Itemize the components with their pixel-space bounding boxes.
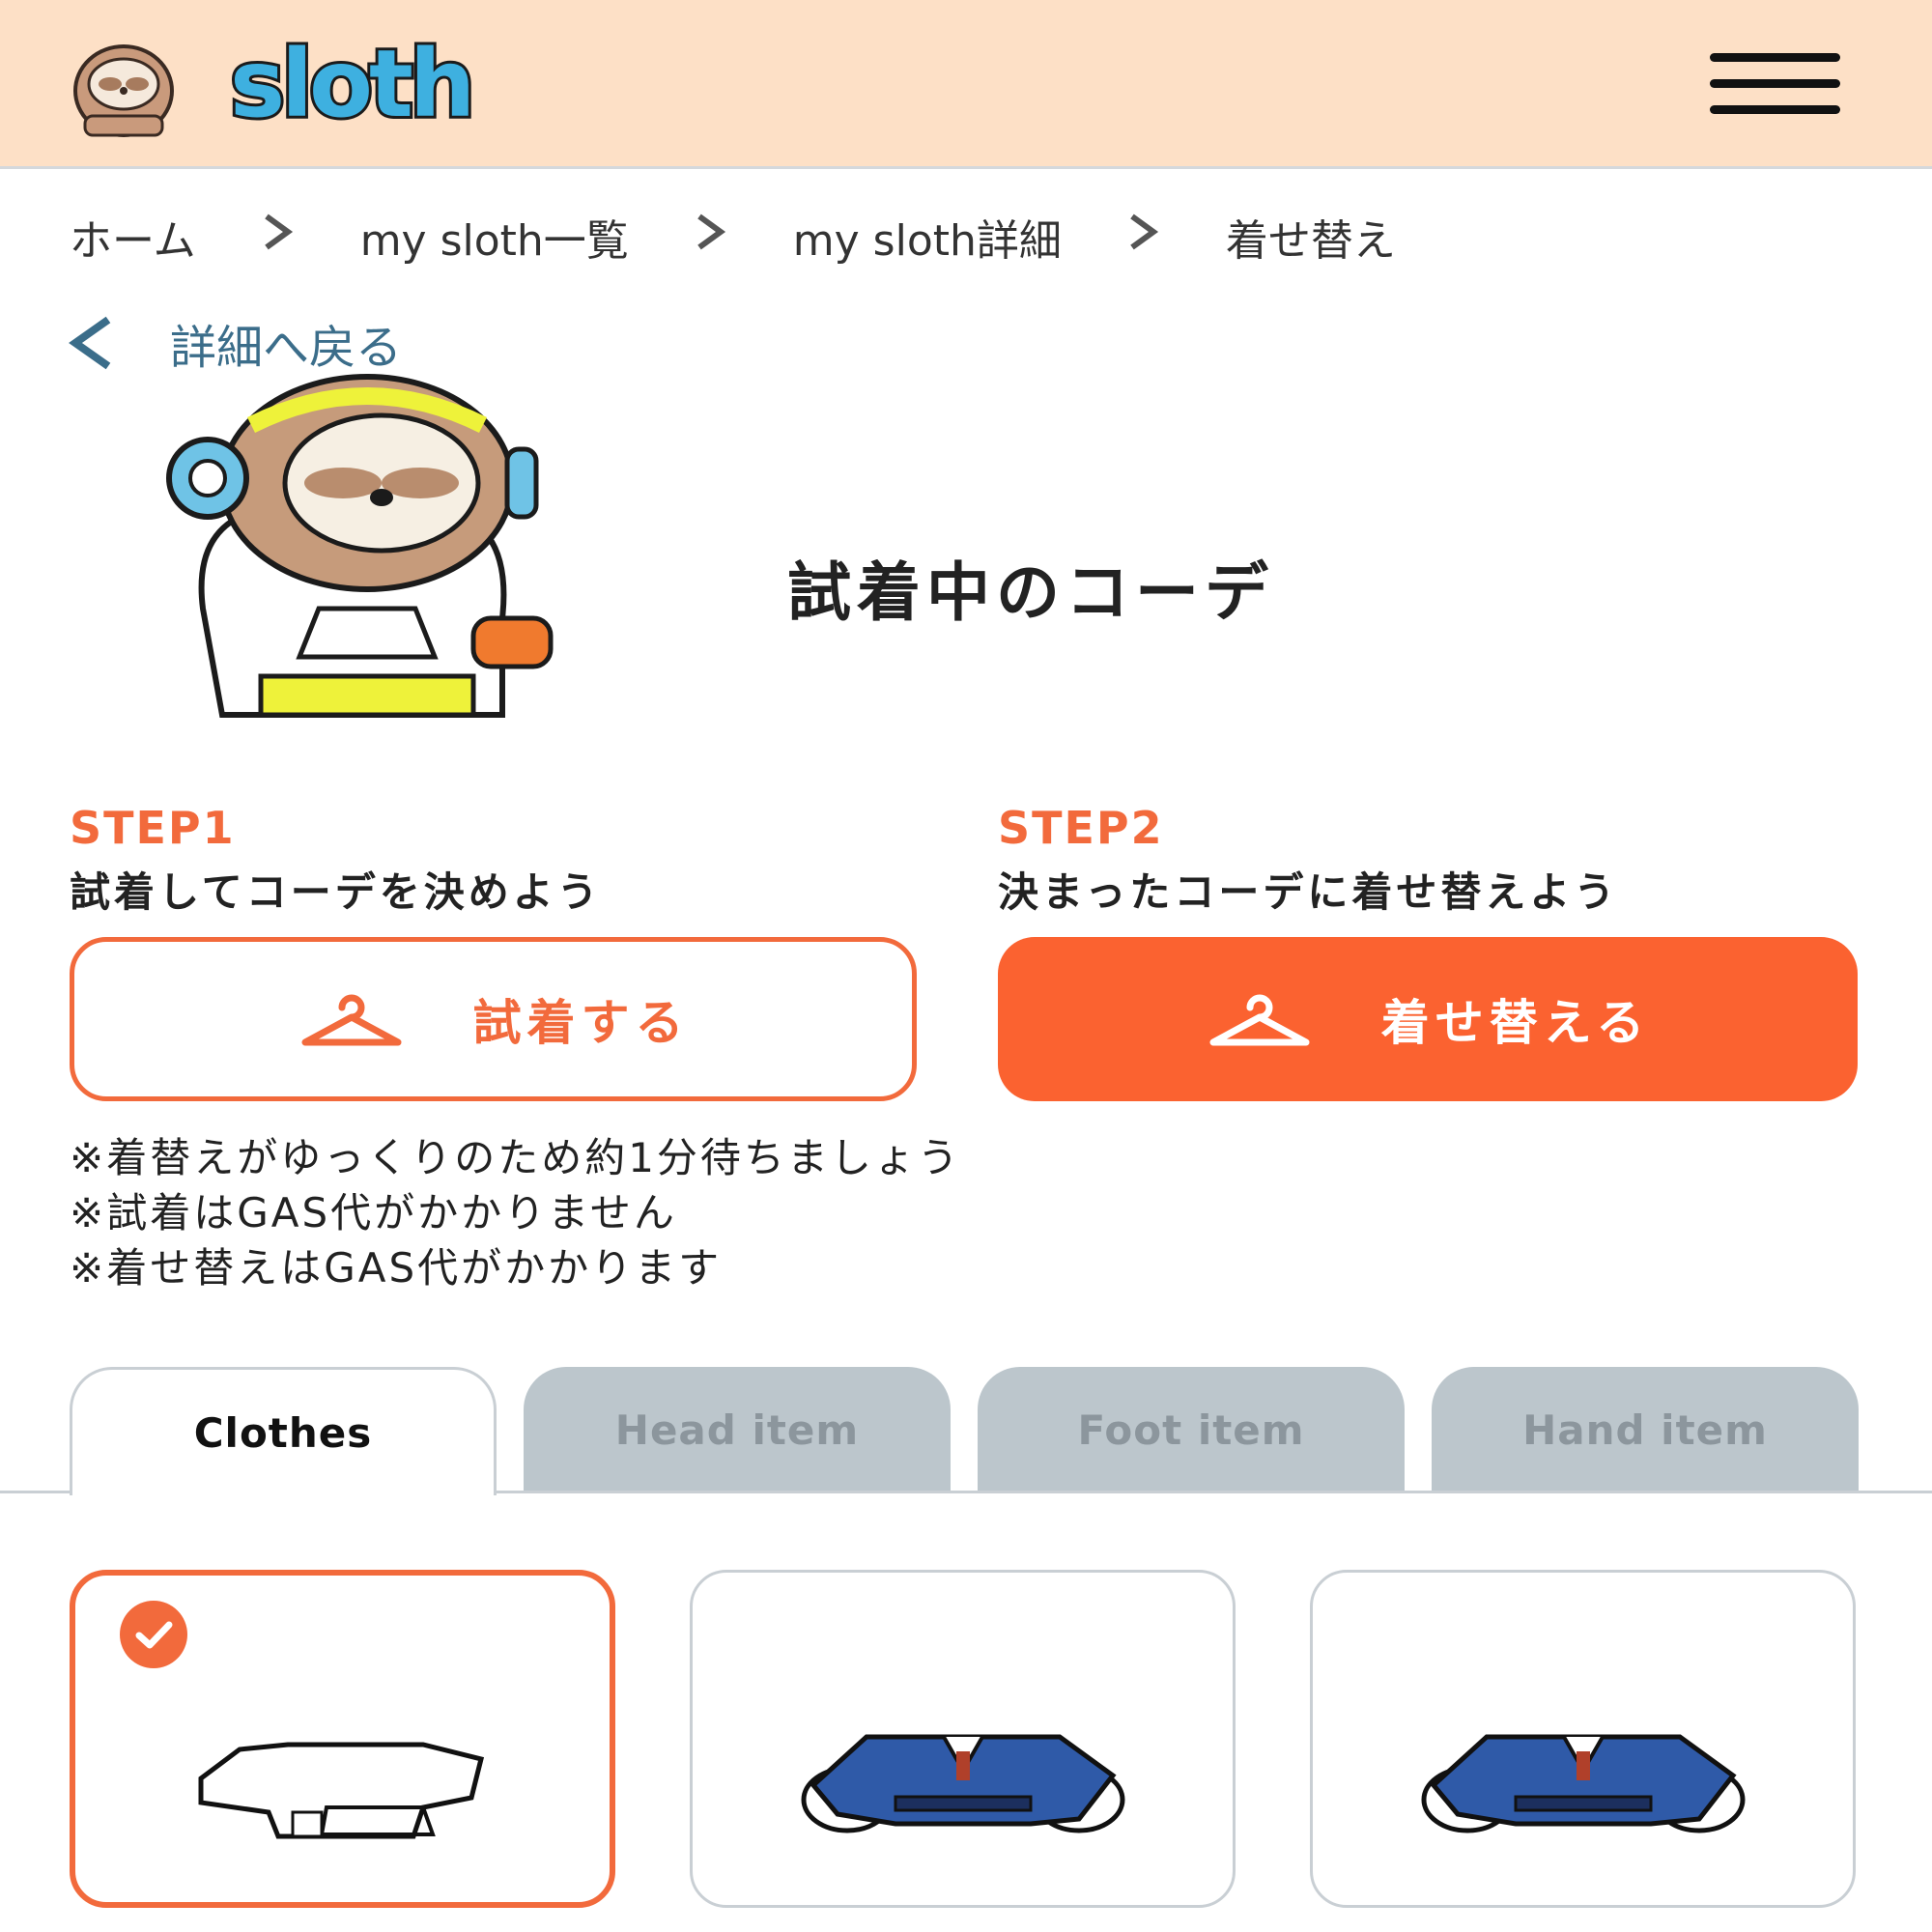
sloth-avatar-preview — [166, 374, 554, 718]
breadcrumb-my-sloth-list[interactable]: my sloth一覧 — [360, 206, 629, 268]
blue-suit-image — [1421, 1734, 1746, 1833]
step1-description: 試着してコーデを決めよう — [70, 868, 602, 916]
item-card-blue-suit[interactable] — [690, 1570, 1236, 1908]
hamburger-icon — [1710, 53, 1840, 62]
change-outfit-button[interactable]: 着せ替える — [998, 937, 1858, 1101]
chevron-right-icon — [196, 211, 360, 264]
logo-mascot-icon — [73, 44, 174, 137]
tab-foot-item[interactable]: Foot item — [978, 1367, 1405, 1492]
tab-clothes[interactable]: Clothes — [70, 1367, 497, 1495]
breadcrumb-my-sloth-detail[interactable]: my sloth詳細 — [793, 206, 1062, 268]
item-card-blue-suit[interactable] — [1310, 1570, 1856, 1908]
change-outfit-button-label: 着せ替える — [1380, 995, 1651, 1051]
page-title: 試着中のコーデ — [787, 555, 1274, 630]
step2-label: STEP2 — [998, 802, 1164, 854]
breadcrumb-current: 着せ替え — [1225, 216, 1396, 266]
hamburger-menu-button[interactable] — [1710, 53, 1840, 115]
selected-check-icon — [120, 1601, 187, 1668]
hanger-icon — [1209, 994, 1310, 1046]
note-line: ※着替えがゆっくりのため約1分待ちましょう — [70, 1134, 961, 1181]
step1-label: STEP1 — [70, 802, 236, 854]
chevron-right-icon — [629, 211, 793, 264]
notes: ※着替えがゆっくりのため約1分待ちましょう ※試着はGAS代がかかりません ※着… — [70, 1130, 961, 1295]
item-card-white-hoodie[interactable] — [70, 1570, 615, 1908]
breadcrumb-home[interactable]: ホーム — [70, 206, 196, 268]
svg-text:sloth: sloth — [230, 31, 471, 137]
try-on-button[interactable]: 試着する — [70, 937, 917, 1101]
sloth-logo[interactable]: sloth — [66, 31, 723, 137]
app-header: sloth — [0, 0, 1932, 169]
hanger-icon — [301, 994, 401, 1046]
try-on-button-label: 試着する — [472, 995, 690, 1051]
white-hoodie-image — [198, 1742, 485, 1839]
tab-head-item[interactable]: Head item — [524, 1367, 951, 1492]
chevron-right-icon — [1062, 211, 1226, 264]
blue-suit-image — [801, 1734, 1125, 1833]
step2-description: 決まったコーデに着せ替えよう — [998, 868, 1619, 916]
breadcrumb: ホーム my sloth一覧 my sloth詳細 着せ替え — [70, 203, 1886, 270]
note-line: ※試着はGAS代がかかりません — [70, 1189, 677, 1236]
chevron-left-icon — [69, 316, 111, 370]
note-line: ※着せ替えはGAS代がかかります — [70, 1244, 723, 1292]
tab-hand-item[interactable]: Hand item — [1432, 1367, 1859, 1492]
